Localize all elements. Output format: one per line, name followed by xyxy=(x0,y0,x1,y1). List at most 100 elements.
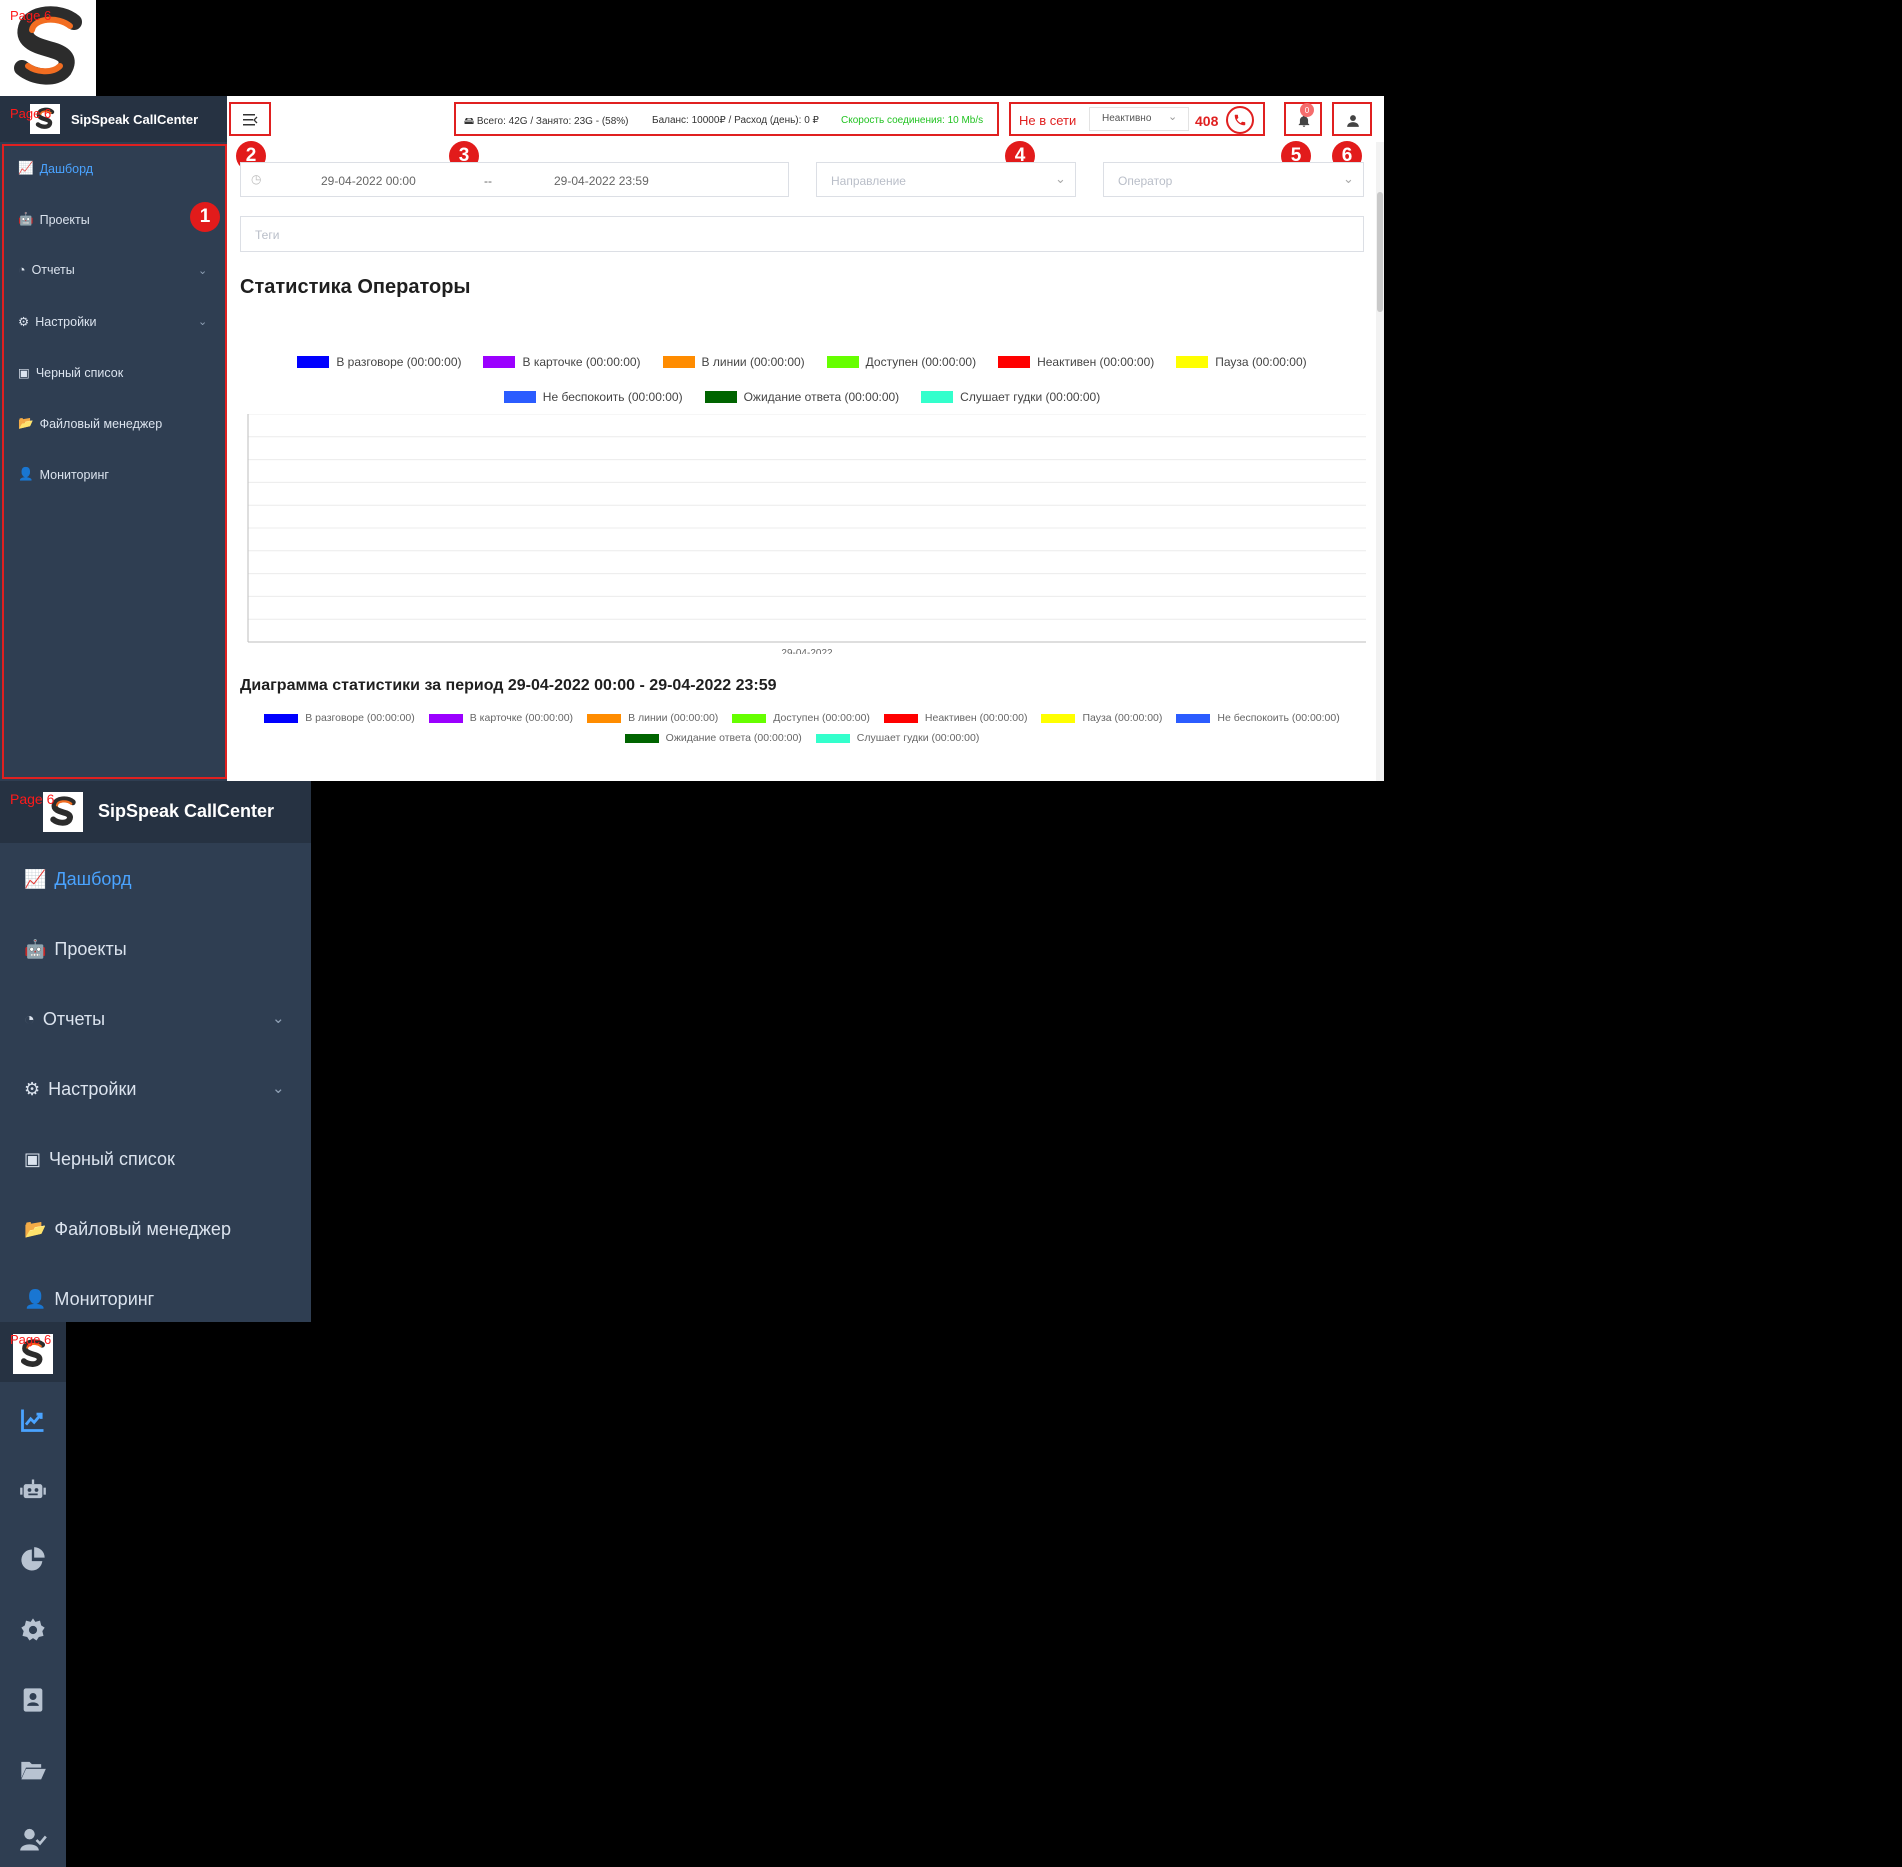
chart-legend-item[interactable]: В линии (00:00:00) xyxy=(662,355,805,369)
sidebar-item-label: Черный список xyxy=(49,1149,175,1169)
extension-number: 408 xyxy=(1195,113,1219,129)
diagram-title: Диаграмма статистики за период 29-04-202… xyxy=(240,677,777,694)
chart-legend-item[interactable]: Слушает гудки (00:00:00) xyxy=(921,390,1100,404)
sidebar-item-monitoring[interactable]: 👤 Мониторинг xyxy=(24,1289,154,1310)
sidebar-expanded-screenshot: Page 6 SipSpeak CallCenter 📈 Дашборд 🤖 П… xyxy=(0,781,311,1322)
legend-label: Неактивен (00:00:00) xyxy=(924,712,1028,724)
diagram-legend-item[interactable]: Неактивен (00:00:00) xyxy=(883,712,1028,724)
account-stats: 🖴 Всего: 42G / Занято: 23G - (58%) Балан… xyxy=(454,102,999,136)
folder-open-icon[interactable] xyxy=(19,1756,47,1784)
date-range-picker[interactable]: ◷ 29-04-2022 00:00 -- 29-04-2022 23:59 xyxy=(240,162,789,197)
chart-legend-item[interactable]: В разговоре (00:00:00) xyxy=(297,355,461,369)
operator-status: Не в сети Неактивно ⌄ 408 xyxy=(1009,102,1265,136)
chart-legend-row-1: В разговоре (00:00:00) В карточке (00:00:… xyxy=(240,355,1364,369)
call-button[interactable] xyxy=(1226,106,1254,134)
network-status: Не в сети xyxy=(1019,113,1077,128)
legend-label: Не беспокоить (00:00:00) xyxy=(1217,712,1340,724)
sidebar-item-dashboard[interactable]: 📈 Дашборд xyxy=(24,869,131,890)
sidebar-item-settings[interactable]: ⚙ Настройки xyxy=(24,1079,136,1100)
notifications-button[interactable]: 0 xyxy=(1284,102,1322,136)
address-book-icon[interactable] xyxy=(19,1686,47,1714)
address-book-icon: ▣ xyxy=(24,1149,42,1169)
chart-legend-item[interactable]: Доступен (00:00:00) xyxy=(826,355,977,369)
state-select[interactable]: Неактивно ⌄ xyxy=(1089,107,1189,131)
direction-select[interactable]: Направление ⌄ xyxy=(816,162,1076,197)
scrollbar-thumb[interactable] xyxy=(1377,192,1383,312)
operator-status-chart: 29-04-2022 xyxy=(247,414,1366,654)
diagram-legend-row-1: В разговоре (00:00:00) В карточке (00:00:… xyxy=(240,712,1364,724)
operator-select[interactable]: Оператор ⌄ xyxy=(1103,162,1364,197)
connection-speed: Скорость соединения: 10 Mb/s xyxy=(841,115,984,126)
date-from: 29-04-2022 00:00 xyxy=(321,174,416,188)
callout-badge: 1 xyxy=(190,202,220,232)
legend-swatch xyxy=(704,391,737,403)
page-label: Page 6 xyxy=(10,1332,52,1347)
chart-legend-item[interactable]: Пауза (00:00:00) xyxy=(1176,355,1307,369)
diagram-legend-item[interactable]: В линии (00:00:00) xyxy=(587,712,718,724)
legend-swatch xyxy=(428,713,463,723)
legend-swatch xyxy=(503,391,536,403)
menu-toggle-button[interactable] xyxy=(229,102,271,136)
chevron-down-icon: ⌄ xyxy=(1343,171,1354,186)
legend-swatch xyxy=(624,733,659,743)
scrollbar[interactable] xyxy=(1376,142,1384,781)
legend-swatch xyxy=(921,391,954,403)
user-check-icon: 👤 xyxy=(24,1289,47,1309)
diagram-legend-item[interactable]: Ожидание ответа (00:00:00) xyxy=(624,732,802,744)
sidebar-item-blacklist[interactable]: ▣ Черный список xyxy=(24,1149,175,1170)
section-title: Статистика Операторы xyxy=(240,276,471,298)
legend-label: Доступен (00:00:00) xyxy=(865,355,977,369)
diagram-legend-item[interactable]: Слушает гудки (00:00:00) xyxy=(815,732,979,744)
brand-name: SipSpeak CallCenter xyxy=(71,112,199,127)
legend-swatch xyxy=(1041,713,1076,723)
chart-legend-item[interactable]: Ожидание ответа (00:00:00) xyxy=(704,390,900,404)
sidebar-item-label: Файловый менеджер xyxy=(54,1219,231,1239)
brand-name: SipSpeak CallCenter xyxy=(98,801,275,821)
user-menu-button[interactable] xyxy=(1332,102,1372,136)
sidebar-item-file-manager[interactable]: 📂 Файловый менеджер xyxy=(24,1219,231,1240)
pie-chart-icon[interactable] xyxy=(19,1546,47,1574)
legend-swatch xyxy=(998,356,1031,368)
sidebar-item-label: Мониторинг xyxy=(54,1289,155,1309)
legend-label: Неактивен (00:00:00) xyxy=(1037,355,1155,369)
chart-legend-item[interactable]: Неактивен (00:00:00) xyxy=(998,355,1154,369)
dashboard-screenshot: Page 6 SipSpeak CallCenter 📈 Дашборд 🤖 П… xyxy=(0,96,1384,781)
diagram-legend-item[interactable]: Не беспокоить (00:00:00) xyxy=(1176,712,1340,724)
topbar: 2 🖴 Всего: 42G / Занято: 23G - (58%) Бал… xyxy=(227,96,1384,171)
page-label: Page 6 xyxy=(10,106,52,121)
diagram-legend-item[interactable]: Пауза (00:00:00) xyxy=(1041,712,1162,724)
tags-input[interactable]: Теги xyxy=(240,216,1364,252)
chevron-down-icon[interactable]: ⌄ xyxy=(272,1009,285,1027)
legend-label: Слушает гудки (00:00:00) xyxy=(960,390,1101,404)
chevron-down-icon[interactable]: ⌄ xyxy=(272,1079,285,1097)
chart-legend-item[interactable]: В карточке (00:00:00) xyxy=(483,355,641,369)
legend-label: Пауза (00:00:00) xyxy=(1215,355,1307,369)
notification-count: 0 xyxy=(1300,103,1314,117)
storage-stats: 🖴 Всего: 42G / Занято: 23G - (58%) xyxy=(464,114,629,131)
legend-swatch xyxy=(297,356,330,368)
diagram-legend-item[interactable]: В карточке (00:00:00) xyxy=(428,712,573,724)
legend-label: В карточке (00:00:00) xyxy=(522,355,641,369)
legend-label: Пауза (00:00:00) xyxy=(1082,712,1163,724)
sidebar-item-projects[interactable]: 🤖 Проекты xyxy=(24,939,127,960)
robot-icon[interactable] xyxy=(19,1476,47,1504)
legend-swatch xyxy=(1176,356,1209,368)
clock-icon: ◷ xyxy=(251,172,262,186)
sidebar-item-reports[interactable]: ◔ Отчеты xyxy=(24,1009,105,1030)
diagram-legend-item[interactable]: В разговоре (00:00:00) xyxy=(264,712,415,724)
page-label: Page 6 xyxy=(10,791,55,807)
user-check-icon[interactable] xyxy=(19,1826,47,1854)
gear-icon[interactable] xyxy=(19,1616,47,1644)
legend-swatch xyxy=(264,713,299,723)
page-label: Page 6 xyxy=(10,8,52,23)
chevron-down-icon: ⌄ xyxy=(1055,171,1066,186)
diagram-legend-item[interactable]: Доступен (00:00:00) xyxy=(732,712,870,724)
sidebar-item-label: Отчеты xyxy=(42,1009,106,1029)
chart-legend-item[interactable]: Не беспокоить (00:00:00) xyxy=(503,390,683,404)
legend-label: Ожидание ответа (00:00:00) xyxy=(743,390,900,404)
direction-placeholder: Направление xyxy=(831,174,906,188)
chart-line-icon[interactable] xyxy=(19,1406,47,1434)
legend-swatch xyxy=(1176,713,1211,723)
legend-swatch xyxy=(483,356,516,368)
sidebar-header xyxy=(0,1322,66,1382)
